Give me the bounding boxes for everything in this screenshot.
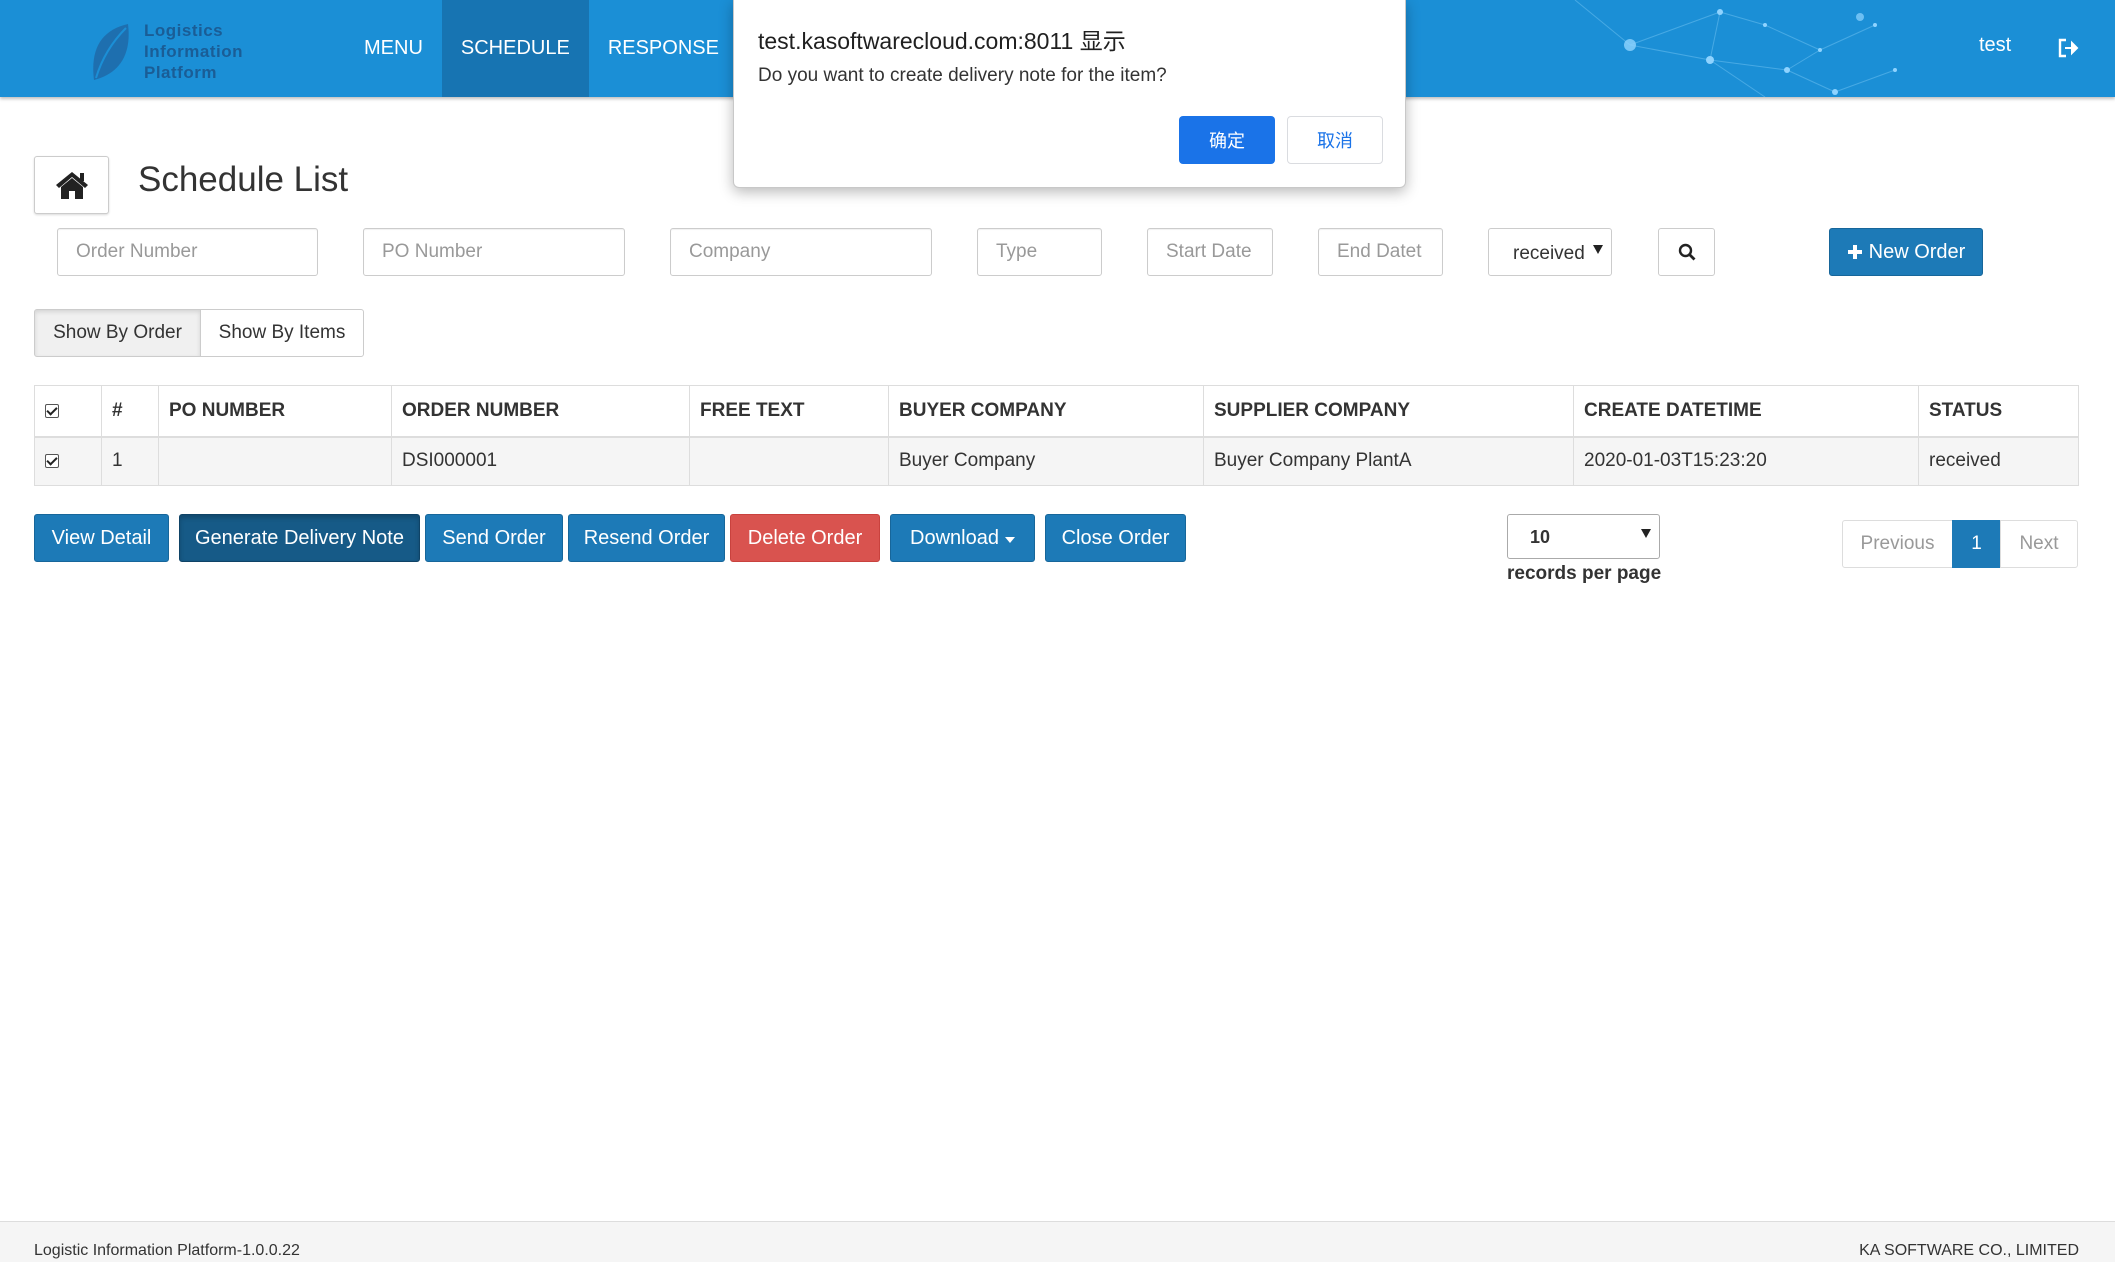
page-size-label: records per page — [1507, 563, 1662, 584]
col-buyer-company[interactable]: BUYER COMPANY — [888, 385, 1204, 438]
dropdown-caret-icon — [1593, 245, 1603, 254]
col-free-text[interactable]: FREE TEXT — [689, 385, 889, 438]
download-label: Download — [910, 526, 999, 549]
cell-free-text — [689, 436, 889, 486]
cell-buyer-company: Buyer Company — [888, 436, 1204, 486]
cell-order-number: DSI000001 — [391, 436, 690, 486]
download-dropdown-button[interactable]: Download — [890, 514, 1035, 562]
table-row[interactable]: 1 DSI000001 Buyer Company Buyer Company … — [34, 436, 2079, 486]
show-by-items-button[interactable]: Show By Items — [200, 309, 364, 357]
cell-po-number — [158, 436, 392, 486]
footer-company: KA SOFTWARE CO., LIMITED — [1859, 1242, 2079, 1259]
order-number-input[interactable] — [57, 228, 318, 276]
col-index[interactable]: # — [101, 385, 159, 438]
table-header-row: # PO NUMBER ORDER NUMBER FREE TEXT BUYER… — [34, 385, 2079, 438]
company-input[interactable] — [670, 228, 932, 276]
pagination-page-1[interactable]: 1 — [1952, 520, 2001, 568]
platform-logo[interactable]: Logistics Information Platform — [88, 18, 278, 84]
page-title: Schedule List — [138, 160, 349, 199]
plus-icon — [1847, 245, 1862, 259]
row-checkbox[interactable] — [45, 454, 59, 469]
dialog-ok-button[interactable]: 确定 — [1179, 116, 1275, 164]
new-order-label: New Order — [1868, 240, 1966, 263]
page-size-value: 10 — [1530, 527, 1551, 547]
logo-line-2: Information — [144, 42, 243, 61]
logo-line-1: Logistics — [144, 21, 224, 40]
delete-order-button[interactable]: Delete Order — [730, 514, 880, 562]
col-status[interactable]: STATUS — [1918, 385, 2079, 438]
view-detail-button[interactable]: View Detail — [34, 514, 169, 562]
nav-response[interactable]: RESPONSE — [589, 0, 738, 97]
user-name[interactable]: test — [1979, 34, 2011, 57]
footer-version: Logistic Information Platform-1.0.0.22 — [34, 1242, 300, 1259]
show-by-order-button[interactable]: Show By Order — [34, 309, 201, 357]
cell-supplier-company: Buyer Company PlantA — [1203, 436, 1574, 486]
pagination: Previous 1 Next — [1842, 520, 2078, 568]
pagination-next[interactable]: Next — [2000, 520, 2078, 568]
leaf-logo-icon — [93, 24, 129, 80]
cell-create-datetime: 2020-01-03T15:23:20 — [1573, 436, 1919, 486]
sign-out-icon[interactable] — [2057, 37, 2079, 59]
footer: Logistic Information Platform-1.0.0.22 K… — [0, 1221, 2115, 1262]
new-order-button[interactable]: New Order — [1829, 228, 1983, 276]
pagination-previous[interactable]: Previous — [1842, 520, 1953, 568]
schedule-table: # PO NUMBER ORDER NUMBER FREE TEXT BUYER… — [34, 385, 2079, 486]
select-all-cell — [34, 385, 102, 438]
col-po-number[interactable]: PO NUMBER — [158, 385, 392, 438]
nav-schedule[interactable]: SCHEDULE — [441, 0, 589, 97]
network-background-graphic — [1574, 0, 1897, 97]
dialog-cancel-button[interactable]: 取消 — [1287, 116, 1383, 164]
home-button[interactable] — [34, 156, 109, 214]
nav-menu[interactable]: MENU — [345, 0, 442, 97]
end-date-input[interactable] — [1318, 228, 1443, 276]
search-icon — [1678, 243, 1695, 261]
close-order-button[interactable]: Close Order — [1045, 514, 1186, 562]
page-size-select[interactable]: 10 — [1507, 514, 1660, 559]
generate-delivery-note-button[interactable]: Generate Delivery Note — [179, 514, 420, 562]
dialog-message: Do you want to create delivery note for … — [758, 65, 1167, 86]
row-select-cell — [34, 436, 102, 486]
send-order-button[interactable]: Send Order — [425, 514, 563, 562]
start-date-input[interactable] — [1147, 228, 1273, 276]
po-number-input[interactable] — [363, 228, 625, 276]
dropdown-caret-icon — [1641, 529, 1651, 538]
col-supplier-company[interactable]: SUPPLIER COMPANY — [1203, 385, 1574, 438]
select-all-checkbox[interactable] — [45, 403, 59, 418]
cell-status: received — [1918, 436, 2079, 486]
status-select-value: received — [1513, 243, 1585, 264]
status-select[interactable]: received — [1488, 228, 1612, 276]
type-input[interactable] — [977, 228, 1102, 276]
caret-down-icon — [1004, 536, 1015, 543]
dialog-title: test.kasoftwarecloud.com:8011 显示 — [758, 28, 1126, 54]
confirm-dialog: test.kasoftwarecloud.com:8011 显示 Do you … — [733, 0, 1406, 188]
resend-order-button[interactable]: Resend Order — [568, 514, 725, 562]
home-icon — [55, 172, 88, 199]
main-nav: MENU SCHEDULE RESPONSE — [345, 0, 738, 97]
cell-index: 1 — [101, 436, 159, 486]
col-order-number[interactable]: ORDER NUMBER — [391, 385, 690, 438]
col-create-datetime[interactable]: CREATE DATETIME — [1573, 385, 1919, 438]
logo-line-3: Platform — [144, 63, 217, 82]
logo-text: Logistics Information Platform — [144, 20, 243, 83]
search-button[interactable] — [1658, 228, 1715, 276]
